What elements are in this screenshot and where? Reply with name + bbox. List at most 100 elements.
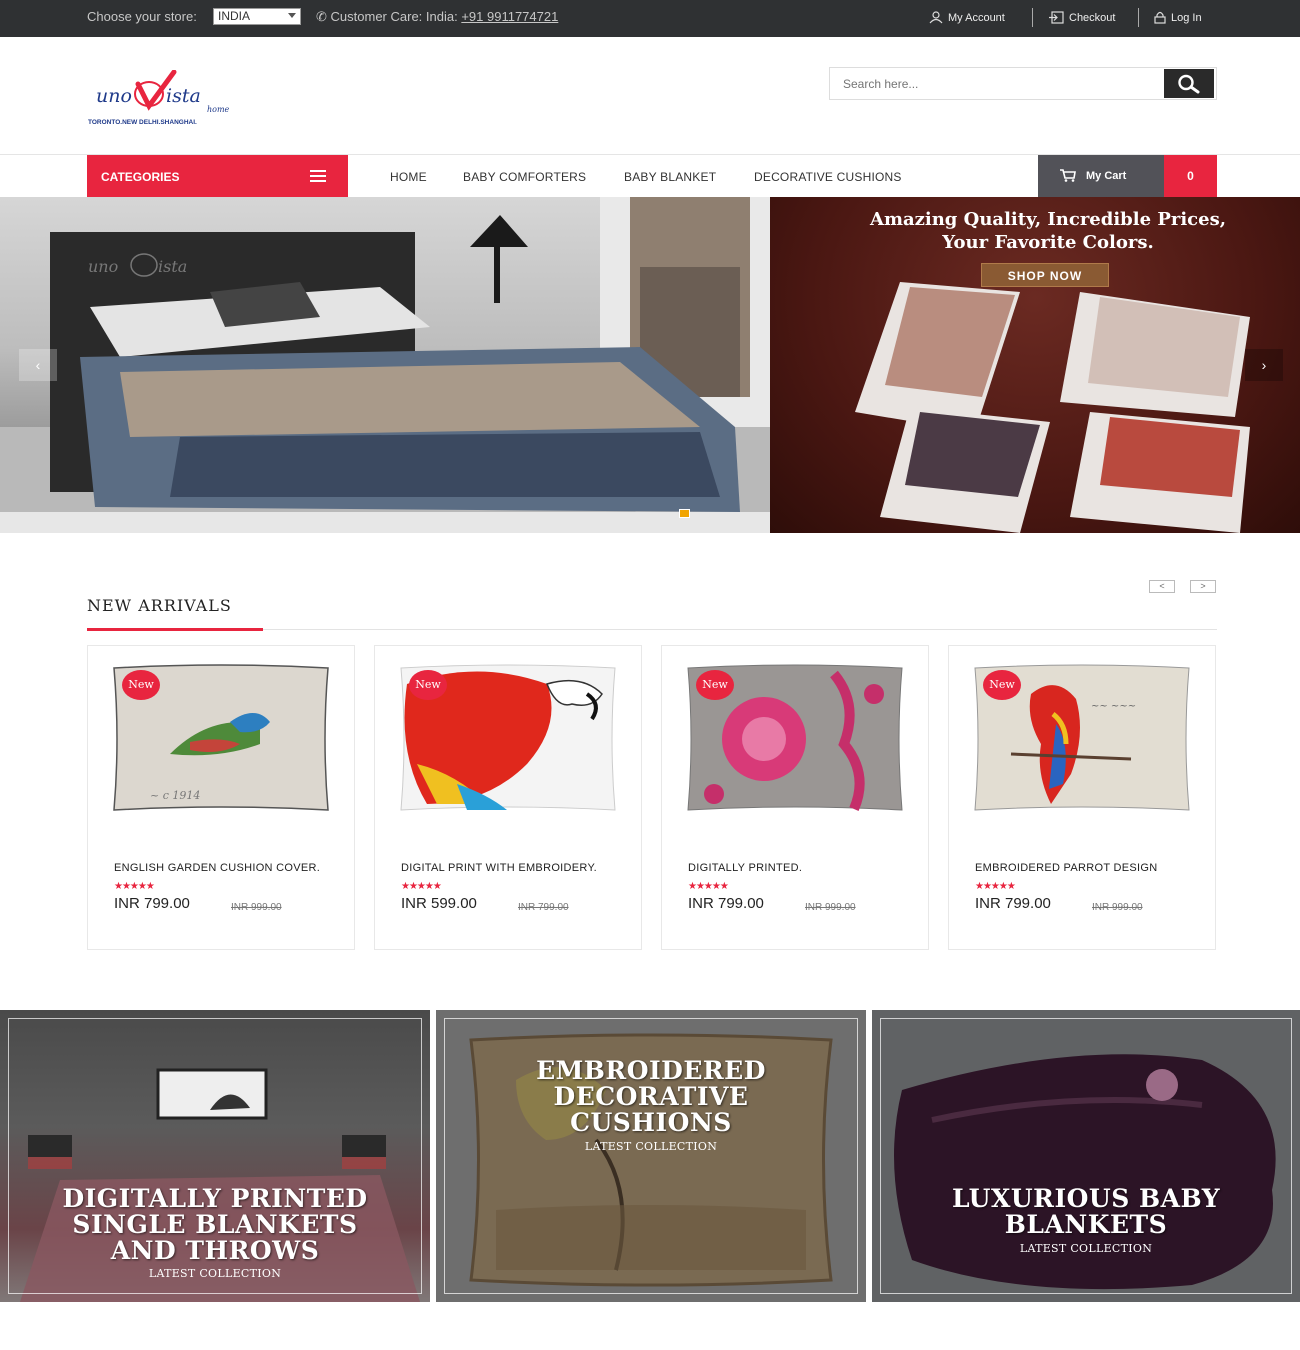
hero-prev-button[interactable]: ‹ bbox=[19, 349, 57, 381]
banner-title: LUXURIOUS BABY BLANKETS bbox=[872, 1186, 1300, 1238]
nav-item-decorative-cushions[interactable]: DECORATIVE CUSHIONS bbox=[754, 170, 902, 184]
slider-dot[interactable] bbox=[679, 509, 690, 518]
hero-headline-line2: Your Favorite Colors. bbox=[942, 232, 1154, 253]
svg-text:ista: ista bbox=[166, 85, 201, 107]
banner-title-line: SINGLE BLANKETS bbox=[72, 1210, 358, 1239]
section-underline bbox=[87, 628, 263, 631]
hero-next-button[interactable]: › bbox=[1245, 349, 1283, 381]
svg-text:home: home bbox=[207, 105, 230, 114]
cart-icon bbox=[1060, 169, 1076, 182]
hamburger-icon bbox=[310, 170, 326, 185]
search-button[interactable] bbox=[1164, 69, 1214, 98]
svg-text:~ c 1914: ~ c 1914 bbox=[150, 789, 200, 802]
main-nav: CATEGORIES HOME BABY COMFORTERS BABY BLA… bbox=[0, 155, 1300, 197]
nav-item-baby-comforters[interactable]: BABY COMFORTERS bbox=[463, 170, 586, 184]
hero-slider: uno ista Amazing Quality, Incredible Pri… bbox=[0, 197, 1300, 533]
rating-stars-icon: ★★★★★ bbox=[688, 881, 729, 892]
product-price: INR 799.00 bbox=[114, 895, 190, 912]
top-bar: Choose your store: INDIA ✆ Customer Care… bbox=[0, 0, 1300, 37]
login-label: Log In bbox=[1171, 11, 1202, 24]
banner-blankets-throws[interactable]: DIGITALLY PRINTED SINGLE BLANKETS AND TH… bbox=[0, 1010, 430, 1302]
new-badge: New bbox=[409, 670, 447, 700]
nav-item-home[interactable]: HOME bbox=[390, 170, 427, 184]
product-card[interactable]: New DIGITALLY PRINTED. ★★★★★ INR 799.00 … bbox=[661, 645, 929, 950]
hero-bed-image: uno ista bbox=[0, 197, 780, 533]
divider bbox=[1032, 8, 1033, 27]
cart-label: My Cart bbox=[1086, 170, 1127, 182]
new-badge: New bbox=[696, 670, 734, 700]
product-name[interactable]: DIGITALLY PRINTED. bbox=[688, 862, 802, 874]
new-badge: New bbox=[122, 670, 160, 700]
product-price: INR 799.00 bbox=[688, 895, 764, 912]
phone-icon: ✆ bbox=[316, 9, 327, 24]
chevron-right-icon: › bbox=[1261, 357, 1267, 373]
product-name[interactable]: ENGLISH GARDEN CUSHION COVER. bbox=[114, 862, 320, 874]
chevron-down-icon bbox=[288, 13, 296, 18]
categories-label: CATEGORIES bbox=[101, 170, 180, 184]
rating-stars-icon: ★★★★★ bbox=[401, 881, 442, 892]
product-old-price: INR 799.00 bbox=[518, 902, 569, 913]
bedroom-illustration: uno ista bbox=[0, 197, 780, 533]
rating-stars-icon: ★★★★★ bbox=[975, 881, 1016, 892]
product-card[interactable]: ~ c 1914 New ENGLISH GARDEN CUSHION COVE… bbox=[87, 645, 355, 950]
banner-title-line: EMBROIDERED bbox=[536, 1056, 766, 1085]
search-input[interactable] bbox=[830, 68, 1164, 99]
logo[interactable]: uno ista home TORONTO.NEW DELHI.SHANGHAI… bbox=[88, 69, 236, 128]
checkout-link[interactable]: Checkout bbox=[1049, 11, 1115, 24]
shop-now-button[interactable]: SHOP NOW bbox=[981, 263, 1109, 287]
checkout-icon bbox=[1049, 11, 1064, 24]
my-account-link[interactable]: My Account bbox=[929, 11, 1005, 24]
banner-title-line: CUSHIONS bbox=[570, 1108, 732, 1137]
svg-text:uno: uno bbox=[96, 85, 132, 107]
banner-subtitle: LATEST COLLECTION bbox=[1019, 1242, 1153, 1255]
search-bar bbox=[829, 67, 1217, 100]
hero-headline: Amazing Quality, Incredible Prices, Your… bbox=[808, 208, 1288, 254]
store-select[interactable]: INDIA bbox=[213, 8, 301, 25]
banner-subtitle: LATEST COLLECTION bbox=[584, 1140, 718, 1153]
banner-title-line: DIGITALLY PRINTED bbox=[62, 1184, 368, 1213]
customer-care-phone-link[interactable]: +91 9911774721 bbox=[461, 9, 558, 24]
hero-headline-line1: Amazing Quality, Incredible Prices, bbox=[869, 209, 1226, 230]
product-card[interactable]: ~~ ~~~ New EMBROIDERED PARROT DESIGN ★★★… bbox=[948, 645, 1216, 950]
customer-care-label: Customer Care: India: bbox=[330, 9, 458, 24]
svg-text:uno: uno bbox=[88, 257, 118, 276]
store-label: Choose your store: bbox=[87, 9, 197, 24]
banner-title: DIGITALLY PRINTED SINGLE BLANKETS AND TH… bbox=[0, 1186, 430, 1264]
categories-button[interactable]: CATEGORIES bbox=[87, 155, 348, 197]
svg-text:~~ ~~~: ~~ ~~~ bbox=[1091, 701, 1136, 712]
product-old-price: INR 999.00 bbox=[231, 902, 282, 913]
login-link[interactable]: Log In bbox=[1154, 11, 1202, 24]
svg-text:ista: ista bbox=[158, 257, 187, 276]
chevron-left-icon: ‹ bbox=[35, 357, 41, 373]
checkout-label: Checkout bbox=[1069, 11, 1116, 24]
product-name[interactable]: EMBROIDERED PARROT DESIGN bbox=[975, 862, 1158, 874]
my-account-label: My Account bbox=[948, 11, 1005, 24]
header: uno ista home TORONTO.NEW DELHI.SHANGHAI… bbox=[0, 37, 1300, 155]
product-name[interactable]: DIGITAL PRINT WITH EMBROIDERY. bbox=[401, 862, 597, 874]
banner-baby-blankets[interactable]: LUXURIOUS BABY BLANKETS LATEST COLLECTIO… bbox=[872, 1010, 1300, 1302]
banner-subtitle: LATEST COLLECTION bbox=[148, 1267, 282, 1280]
search-icon bbox=[1178, 74, 1200, 93]
new-arrivals-title: NEW ARRIVALS bbox=[87, 596, 232, 615]
banner-title: EMBROIDERED DECORATIVE CUSHIONS bbox=[436, 1058, 866, 1136]
carousel-prev-button[interactable]: < bbox=[1149, 580, 1175, 593]
product-price: INR 799.00 bbox=[975, 895, 1051, 912]
cart-button[interactable]: My Cart bbox=[1038, 155, 1164, 197]
svg-text:TORONTO.NEW DELHI.SHANGHAI.: TORONTO.NEW DELHI.SHANGHAI. bbox=[88, 119, 197, 126]
nav-item-baby-blanket[interactable]: BABY BLANKET bbox=[624, 170, 716, 184]
banner-title-line: AND THROWS bbox=[110, 1236, 320, 1265]
lock-icon bbox=[1154, 11, 1166, 24]
user-icon bbox=[929, 11, 943, 24]
banner-embroidered-cushions[interactable]: EMBROIDERED DECORATIVE CUSHIONS LATEST C… bbox=[436, 1010, 866, 1302]
banner-title-line: LUXURIOUS BABY bbox=[951, 1184, 1221, 1213]
product-card[interactable]: New DIGITAL PRINT WITH EMBROIDERY. ★★★★★… bbox=[374, 645, 642, 950]
carousel-next-button[interactable]: > bbox=[1190, 580, 1216, 593]
banner-title-line: DECORATIVE bbox=[553, 1082, 749, 1111]
divider bbox=[1138, 8, 1139, 27]
product-old-price: INR 999.00 bbox=[1092, 902, 1143, 913]
customer-care: ✆ Customer Care: India: +91 9911774721 bbox=[316, 9, 558, 25]
banner-title-line: BLANKETS bbox=[1004, 1210, 1168, 1239]
product-price: INR 599.00 bbox=[401, 895, 477, 912]
product-old-price: INR 999.00 bbox=[805, 902, 856, 913]
cart-count-badge[interactable]: 0 bbox=[1164, 155, 1217, 197]
